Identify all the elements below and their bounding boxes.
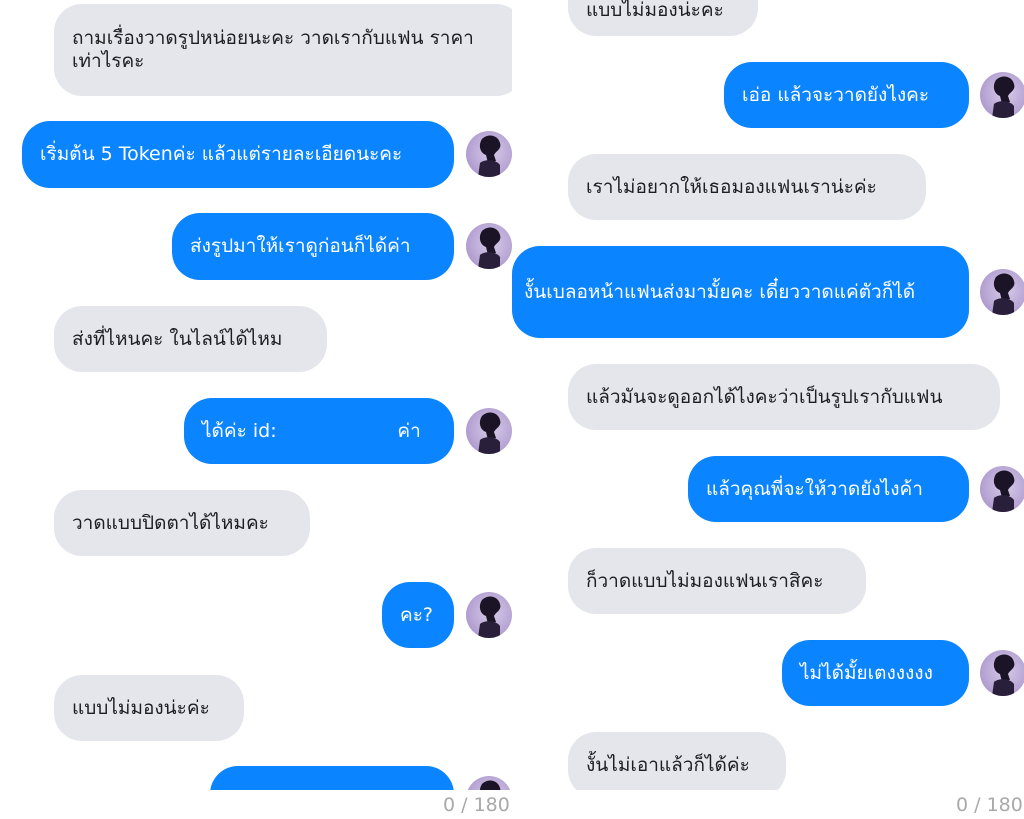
message-bubble-outgoing: แล้วคุณพี่จะให้วาดยังไงค้า [688, 456, 969, 522]
message-bubble-incoming: แบบไม่มองน่ะคะ [568, 0, 758, 36]
message-bubble-incoming: แบบไม่มองน่ะค่ะ [54, 675, 244, 741]
avatar-icon[interactable] [980, 269, 1024, 315]
message-text: ส่งที่ไหนคะ ในไลน์ได้ไหม [72, 327, 283, 350]
message-text: วาดแบบปิดตาได้ไหมคะ [72, 511, 269, 534]
message-text: ก็วาดแบบไม่มองแฟนเราสิคะ [586, 569, 824, 592]
message-text: ถามเรื่องวาดรูปหน่อยนะคะ วาดเรากับแฟน รา… [72, 27, 474, 72]
message-bubble-incoming: ก็วาดแบบไม่มองแฟนเราสิคะ [568, 548, 866, 614]
avatar-icon[interactable] [466, 592, 512, 638]
message-text: ส่งรูปมาให้เราดูก่อนก็ได้ค่า [190, 235, 411, 257]
message-text: งั้นเบลอหน้าแฟนส่งมามั้ยคะ เดี๋ยววาดแค่ต… [524, 280, 916, 303]
right-chat-panel: แบบไม่มองน่ะคะ เอ่อ แล้วจะวาดยังไงคะ เรา… [512, 0, 1024, 790]
message-bubble-outgoing: เอ่อ แล้วจะวาดยังไงคะ [724, 62, 969, 128]
message-text: แบบไม่มองน่ะค่ะ [72, 696, 210, 719]
message-bubble-incoming: แล้วมันจะดูออกได้ไงคะว่าเป็นรูปเรากับแฟน [568, 364, 1000, 430]
message-bubble-outgoing: ไม่ได้มั้ยเตงงงงง [782, 640, 969, 706]
avatar-icon[interactable] [980, 650, 1024, 696]
message-text: คะ? [400, 603, 433, 626]
message-bubble-outgoing: เริ่มต้น 5 Tokenค่ะ แล้วแต่รายละเอียดนะค… [22, 121, 454, 188]
message-bubble-outgoing: ส่งรูปมาให้เราดูก่อนก็ได้ค่า [172, 213, 454, 280]
avatar-icon[interactable] [466, 408, 512, 454]
char-counter: 0 / 180 [443, 794, 510, 816]
message-bubble-outgoing: ได้ค่ะ id: ค่า [184, 398, 454, 464]
message-text: แล้วคุณพี่จะให้วาดยังไงค้า [706, 477, 923, 500]
message-text: แบบไม่มองน่ะคะ [586, 0, 724, 21]
avatar-icon[interactable] [980, 72, 1024, 118]
message-bubble-outgoing [210, 766, 454, 790]
message-text: เราไม่อยากให้เธอมองแฟนเราน่ะค่ะ [586, 175, 877, 198]
message-text: แล้วมันจะดูออกได้ไงคะว่าเป็นรูปเรากับแฟน [586, 385, 943, 408]
message-text: ได้ค่ะ id: ค่า [202, 419, 421, 442]
avatar-icon[interactable] [466, 223, 512, 269]
message-text: งั้นไม่เอาแล้วก็ได้ค่ะ [586, 753, 750, 776]
left-chat-panel: ถามเรื่องวาดรูปหน่อยนะคะ วาดเรากับแฟน รา… [0, 0, 512, 790]
message-bubble-incoming: เราไม่อยากให้เธอมองแฟนเราน่ะค่ะ [568, 154, 926, 220]
message-bubble-incoming: ส่งที่ไหนคะ ในไลน์ได้ไหม [54, 306, 327, 372]
message-bubble-outgoing: งั้นเบลอหน้าแฟนส่งมามั้ยคะ เดี๋ยววาดแค่ต… [512, 246, 969, 338]
message-bubble-incoming: วาดแบบปิดตาได้ไหมคะ [54, 490, 310, 556]
message-text: ไม่ได้มั้ยเตงงงงง [800, 661, 933, 684]
avatar-icon[interactable] [466, 776, 512, 790]
message-bubble-incoming: งั้นไม่เอาแล้วก็ได้ค่ะ [568, 732, 786, 790]
message-bubble-incoming: ถามเรื่องวาดรูปหน่อยนะคะ วาดเรากับแฟน รา… [54, 4, 512, 96]
message-text: เอ่อ แล้วจะวาดยังไงคะ [742, 83, 930, 106]
char-counter: 0 / 180 [956, 794, 1023, 816]
message-bubble-outgoing: คะ? [382, 582, 454, 648]
message-text: เริ่มต้น 5 Tokenค่ะ แล้วแต่รายละเอียดนะค… [40, 143, 403, 165]
avatar-icon[interactable] [466, 131, 512, 177]
avatar-icon[interactable] [980, 466, 1024, 512]
